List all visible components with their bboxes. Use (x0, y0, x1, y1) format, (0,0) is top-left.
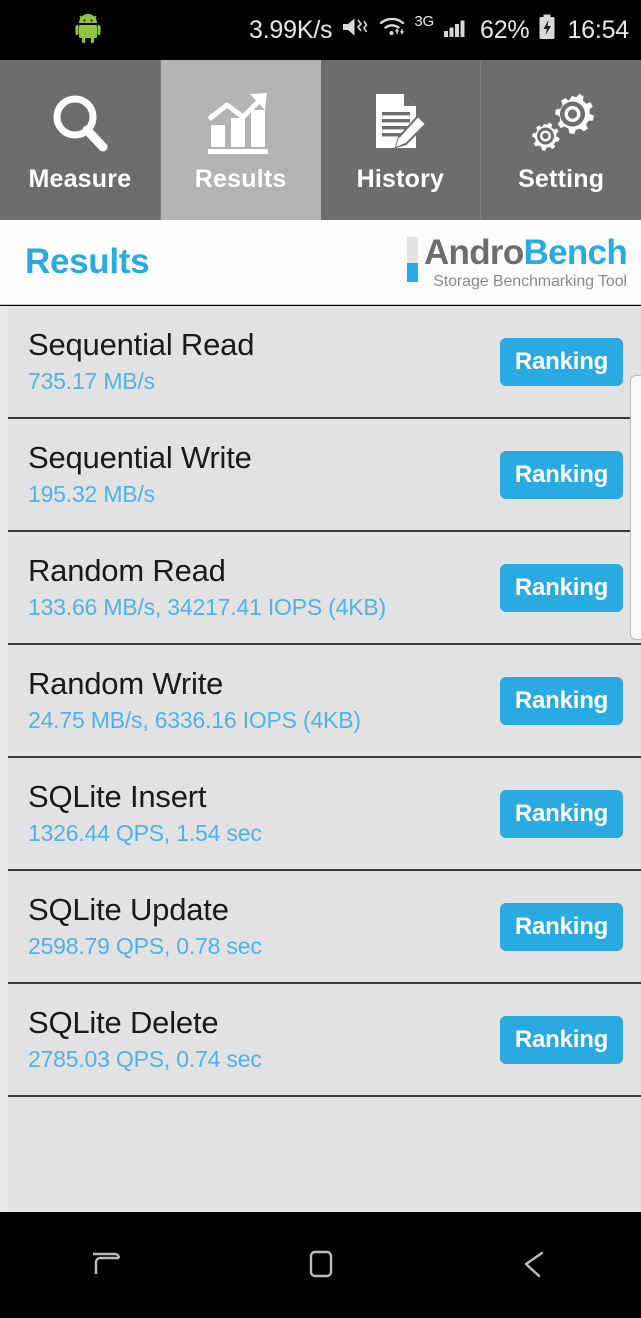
recents-icon (88, 1244, 126, 1287)
ranking-button[interactable]: Ranking (500, 451, 623, 499)
table-row[interactable]: Sequential Read 735.17 MB/s Ranking (8, 306, 641, 419)
results-list[interactable]: Sequential Read 735.17 MB/s Ranking Sequ… (0, 306, 641, 1212)
volume-mute-vibrate-icon (341, 15, 369, 46)
network-speed-text: 3.99K/s (249, 16, 332, 45)
result-name: Random Read (28, 553, 500, 589)
system-navigation-bar (0, 1212, 641, 1318)
ranking-button[interactable]: Ranking (500, 338, 623, 386)
ranking-button[interactable]: Ranking (500, 564, 623, 612)
result-value: 735.17 MB/s (28, 366, 500, 396)
vertical-scrollbar[interactable] (630, 375, 641, 640)
back-button[interactable] (427, 1212, 641, 1318)
result-name: Sequential Read (28, 327, 500, 363)
logo-secondary-text: Bench (524, 233, 627, 272)
result-name: SQLite Delete (28, 1005, 500, 1041)
clock-text: 16:54 (567, 16, 629, 45)
status-bar: 3.99K/s 3G (0, 0, 641, 60)
status-bar-right-cluster: 3.99K/s 3G (249, 0, 629, 60)
result-name: Sequential Write (28, 440, 500, 476)
logo-primary-text: Andro (424, 233, 524, 272)
tab-history-label: History (357, 165, 445, 194)
ranking-button[interactable]: Ranking (500, 903, 623, 951)
main-tab-bar: Measure Results (0, 60, 641, 220)
tab-results[interactable]: Results (161, 60, 321, 220)
list-empty-space (8, 1097, 641, 1212)
table-row[interactable]: Random Read 133.66 MB/s, 34217.41 IOPS (… (8, 532, 641, 645)
result-value: 24.75 MB/s, 6336.16 IOPS (4KB) (28, 705, 500, 735)
result-value: 195.32 MB/s (28, 479, 500, 509)
table-row[interactable]: SQLite Delete 2785.03 QPS, 0.74 sec Rank… (8, 984, 641, 1097)
android-robot-icon (75, 13, 101, 48)
logo-subtitle: Storage Benchmarking Tool (433, 273, 627, 291)
back-icon (515, 1244, 553, 1287)
bar-chart-trend-icon (205, 87, 277, 161)
table-row[interactable]: Random Write 24.75 MB/s, 6336.16 IOPS (4… (8, 645, 641, 758)
logo-bar-icon (407, 237, 418, 282)
gears-icon (525, 87, 597, 161)
ranking-button[interactable]: Ranking (500, 677, 623, 725)
ranking-button[interactable]: Ranking (500, 790, 623, 838)
cellular-signal-icon (443, 15, 471, 46)
phone-screen: 3.99K/s 3G (0, 0, 641, 1318)
result-value: 133.66 MB/s, 34217.41 IOPS (4KB) (28, 592, 500, 622)
tab-measure[interactable]: Measure (0, 60, 161, 220)
table-row[interactable]: SQLite Update 2598.79 QPS, 0.78 sec Rank… (8, 871, 641, 984)
battery-charging-icon (538, 14, 556, 47)
table-row[interactable]: Sequential Write 195.32 MB/s Ranking (8, 419, 641, 532)
result-value: 2598.79 QPS, 0.78 sec (28, 931, 500, 961)
recents-button[interactable] (0, 1212, 214, 1318)
result-name: SQLite Update (28, 892, 500, 928)
tab-results-label: Results (195, 165, 287, 194)
result-value: 2785.03 QPS, 0.74 sec (28, 1044, 500, 1074)
page-title: Results (25, 242, 149, 282)
battery-percent-text: 62% (480, 16, 529, 45)
tab-history[interactable]: History (321, 60, 482, 220)
tab-setting-label: Setting (518, 165, 604, 194)
tab-setting[interactable]: Setting (481, 60, 641, 220)
ranking-button[interactable]: Ranking (500, 1016, 623, 1064)
result-value: 1326.44 QPS, 1.54 sec (28, 818, 500, 848)
content-header: Results AndroBench Storage Benchmarking … (0, 220, 641, 305)
table-row[interactable]: SQLite Insert 1326.44 QPS, 1.54 sec Rank… (8, 758, 641, 871)
androbench-logo: AndroBench Storage Benchmarking Tool (407, 234, 627, 291)
result-name: Random Write (28, 666, 500, 702)
home-icon (302, 1244, 340, 1287)
tab-measure-label: Measure (28, 165, 131, 194)
network-type-text: 3G (414, 13, 434, 30)
magnifier-icon (45, 87, 115, 161)
document-pencil-icon (366, 87, 434, 161)
wifi-icon (378, 15, 408, 46)
home-button[interactable] (214, 1212, 428, 1318)
result-name: SQLite Insert (28, 779, 500, 815)
